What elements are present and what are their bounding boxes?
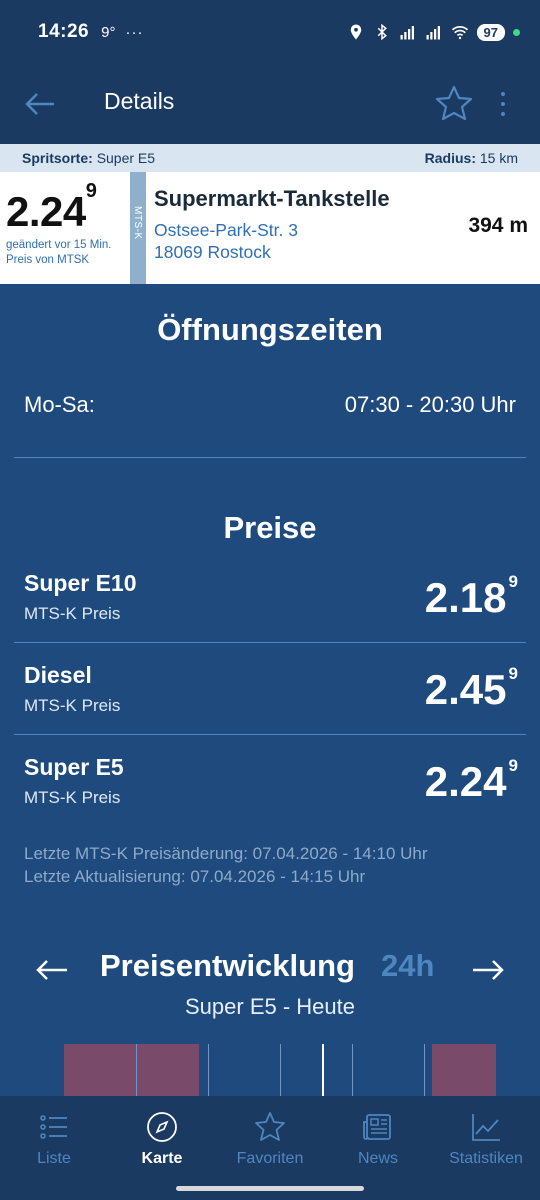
price-row-super-e10: Super E10 MTS-K Preis 2.18 9 bbox=[24, 570, 518, 640]
chart-gridline bbox=[424, 1044, 425, 1098]
chart-gridline bbox=[136, 1044, 137, 1098]
star-icon bbox=[255, 1112, 285, 1141]
nav-item-favoriten[interactable]: Favoriten bbox=[216, 1110, 324, 1168]
chart-current-time-marker bbox=[322, 1044, 324, 1098]
chart-gridline bbox=[352, 1044, 353, 1098]
chart-bar bbox=[64, 1044, 136, 1098]
fuel-price: 2.24 9 bbox=[424, 756, 518, 806]
price-trend-chart bbox=[64, 1044, 496, 1098]
compass-icon bbox=[147, 1112, 177, 1142]
divider bbox=[14, 457, 526, 458]
station-card: 2.249 geändert vor 15 Min. Preis von MTS… bbox=[0, 172, 540, 284]
battery-indicator: 97 bbox=[476, 23, 505, 41]
back-arrow-icon[interactable] bbox=[22, 86, 58, 122]
price-trend-period[interactable]: 24h bbox=[381, 948, 434, 984]
status-time: 14:26 bbox=[38, 21, 90, 42]
fuel-price-main: 2.45 bbox=[424, 666, 507, 713]
status-temperature: 9° bbox=[101, 23, 116, 41]
fuel-name: Super E10 bbox=[24, 570, 137, 596]
station-distance: 394 m bbox=[468, 214, 528, 237]
opening-time: 07:30 - 20:30 Uhr bbox=[344, 392, 516, 417]
prices-title: Preise bbox=[223, 510, 317, 545]
last-price-change: Letzte MTS-K Preisänderung: 07.04.2026 -… bbox=[24, 844, 428, 863]
price-trend-header: Preisentwicklung 24h bbox=[0, 946, 540, 990]
opening-days: Mo-Sa: bbox=[24, 392, 95, 417]
filter-bar: Spritsorte: Super E5 Radius: 15 km bbox=[0, 144, 540, 172]
price-source: Preis von MTSK bbox=[6, 254, 90, 266]
bluetooth-icon bbox=[377, 23, 387, 41]
fuel-type-label: Spritsorte: bbox=[22, 150, 93, 166]
fuel-price-main: 2.18 bbox=[424, 574, 507, 621]
fuel-price: 2.18 9 bbox=[424, 572, 518, 622]
list-icon bbox=[40, 1115, 67, 1139]
nav-label: News bbox=[357, 1150, 398, 1167]
nav-label: Favoriten bbox=[236, 1150, 304, 1167]
fuel-name: Diesel bbox=[24, 662, 92, 688]
radius-info: Radius: 15 km bbox=[425, 150, 518, 166]
station-price-sup: 9 bbox=[85, 180, 97, 202]
fuel-type-info: Spritsorte: Super E5 bbox=[22, 150, 155, 166]
radius-label: Radius: bbox=[424, 150, 476, 166]
nav-item-liste[interactable]: Liste bbox=[0, 1110, 108, 1168]
favorite-star-icon[interactable] bbox=[434, 84, 474, 124]
overflow-menu-icon[interactable] bbox=[496, 88, 510, 120]
previous-arrow-icon[interactable] bbox=[34, 952, 70, 988]
page-title: Details bbox=[104, 88, 175, 114]
location-icon bbox=[350, 24, 361, 40]
fuel-price-source: MTS-K Preis bbox=[24, 788, 121, 807]
fuel-type-value: Super E5 bbox=[96, 150, 156, 166]
source-side-strip: MTS-K bbox=[130, 172, 146, 284]
nav-label: Liste bbox=[37, 1150, 71, 1167]
opening-hours-row: Mo-Sa: 07:30 - 20:30 Uhr bbox=[24, 392, 516, 418]
fuel-price-main: 2.24 bbox=[424, 758, 507, 805]
divider bbox=[14, 642, 526, 643]
fuel-name: Super E5 bbox=[24, 754, 124, 780]
opening-hours-title: Öffnungszeiten bbox=[157, 312, 383, 347]
fuel-price-sup: 9 bbox=[508, 572, 518, 591]
newspaper-icon bbox=[363, 1114, 391, 1140]
chart-bar bbox=[136, 1044, 199, 1098]
chart-gridline bbox=[208, 1044, 209, 1098]
app-bar: Details bbox=[0, 64, 540, 144]
status-more-dots: ··· bbox=[125, 23, 144, 41]
station-street[interactable]: Ostsee-Park-Str. 3 bbox=[154, 220, 298, 241]
fuel-price-source: MTS-K Preis bbox=[24, 604, 121, 623]
source-side-label: MTS-K bbox=[132, 206, 143, 240]
signal-5g-icon bbox=[400, 26, 414, 40]
station-price-main: 2.24 bbox=[6, 188, 86, 235]
nav-item-news[interactable]: News bbox=[324, 1110, 432, 1168]
price-row-diesel: Diesel MTS-K Preis 2.45 9 bbox=[24, 662, 518, 732]
fuel-price-sup: 9 bbox=[508, 756, 518, 775]
price-change-info: geändert vor 15 Min. Preis von MTSK bbox=[6, 238, 111, 268]
last-update: Letzte Aktualisierung: 07.04.2026 - 14:1… bbox=[24, 867, 366, 886]
chart-bar bbox=[432, 1044, 496, 1098]
status-bar: 14:26 9° ··· 97 bbox=[0, 0, 540, 64]
wifi-icon bbox=[451, 26, 468, 40]
price-trend-title: Preisentwicklung bbox=[100, 948, 355, 983]
price-changed-time: geändert vor 15 Min. bbox=[6, 239, 112, 251]
station-city[interactable]: 18069 Rostock bbox=[154, 242, 271, 263]
station-name: Supermarkt-Tankstelle bbox=[154, 186, 390, 211]
fuel-price: 2.45 9 bbox=[424, 664, 518, 714]
station-price: 2.249 bbox=[6, 180, 97, 236]
privacy-dot bbox=[513, 28, 520, 36]
home-indicator[interactable] bbox=[176, 1186, 364, 1191]
chart-gridline bbox=[280, 1044, 281, 1098]
fuel-price-source: MTS-K Preis bbox=[24, 696, 121, 715]
nav-item-statistiken[interactable]: Statistiken bbox=[432, 1110, 540, 1168]
fuel-price-sup: 9 bbox=[508, 664, 518, 683]
divider bbox=[14, 734, 526, 735]
chart-icon bbox=[472, 1114, 500, 1141]
nav-label: Statistiken bbox=[449, 1150, 523, 1167]
next-arrow-icon[interactable] bbox=[470, 952, 506, 988]
radius-value: 15 km bbox=[479, 150, 518, 166]
nav-item-karte[interactable]: Karte bbox=[108, 1110, 216, 1168]
nav-label: Karte bbox=[141, 1150, 183, 1167]
signal-icon bbox=[426, 26, 440, 40]
bottom-navigation: Liste Karte Favoriten News Statistiken bbox=[0, 1096, 540, 1200]
price-trend-subtitle: Super E5 - Heute bbox=[185, 994, 355, 1019]
price-row-super-e5: Super E5 MTS-K Preis 2.24 9 bbox=[24, 754, 518, 824]
